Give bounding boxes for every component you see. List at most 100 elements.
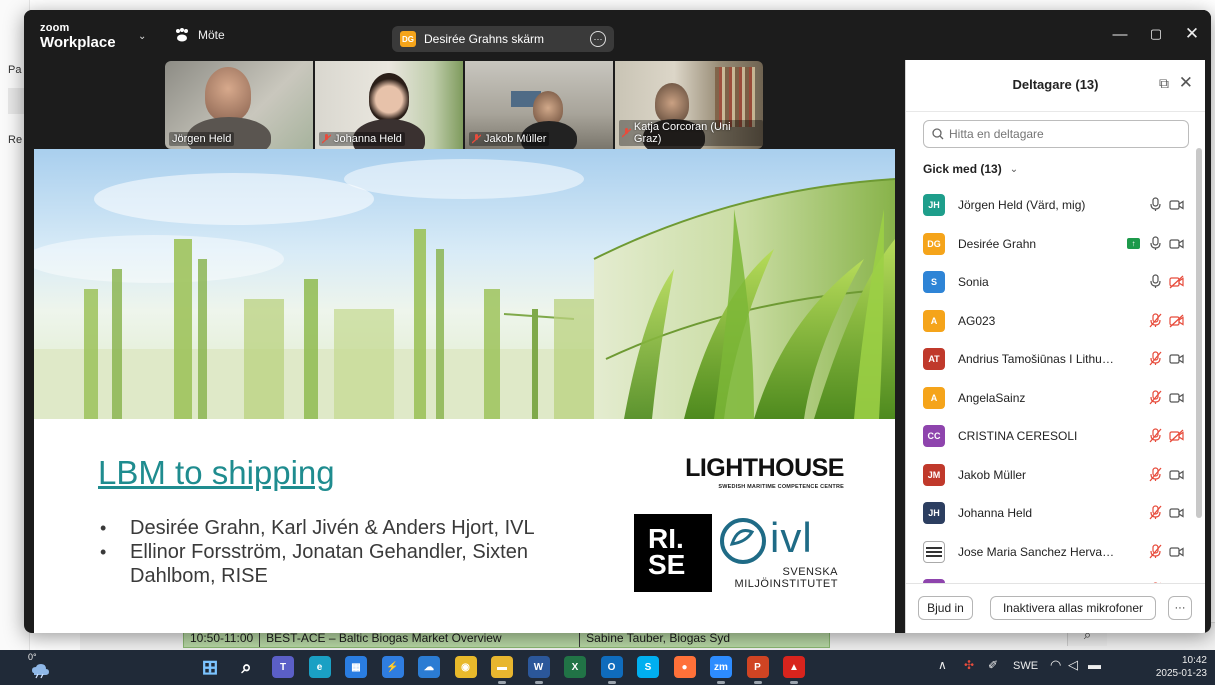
- popout-icon[interactable]: ⧉: [1159, 75, 1169, 92]
- close-icon[interactable]: ✕: [1179, 73, 1193, 93]
- video-tile[interactable]: Jakob Müller: [465, 61, 613, 149]
- participant-row[interactable]: A AngelaSainz: [906, 379, 1194, 418]
- ivl-subtitle: SVENSKA MILJÖINSTITUTET: [734, 566, 838, 590]
- mic-muted-icon: [322, 134, 331, 144]
- battery-icon[interactable]: ▬: [1088, 657, 1101, 672]
- participant-row[interactable]: JM Jakob Müller: [906, 456, 1194, 495]
- app-tray-icon[interactable]: ✣: [964, 658, 974, 672]
- mic-muted-icon: [472, 134, 481, 144]
- desktop: { "background_app": { "label_1": "Pa", "…: [0, 0, 1215, 685]
- participant-row[interactable]: AT Andrius Tamošiūnas I Lithuania...: [906, 340, 1194, 379]
- microphone-icon[interactable]: [1148, 274, 1163, 289]
- pen-tray-icon[interactable]: ✐: [988, 658, 998, 672]
- microphone-muted-icon[interactable]: [1148, 351, 1163, 366]
- language-indicator[interactable]: SWE: [1013, 660, 1038, 672]
- microphone-icon[interactable]: [1148, 197, 1163, 212]
- skype-icon[interactable]: S: [637, 656, 659, 678]
- chevron-down-icon: ⌄: [1009, 163, 1019, 175]
- power-automate-icon[interactable]: ⚡: [381, 656, 404, 678]
- participant-row[interactable]: JH Jörgen Held (Värd, mig): [906, 186, 1194, 225]
- participant-row[interactable]: A AG023: [906, 302, 1194, 341]
- onedrive-icon[interactable]: ☁: [418, 656, 440, 678]
- avatar: JH: [923, 194, 945, 217]
- participant-name: Sonia: [958, 275, 989, 290]
- lighthouse-tagline: SWEDISH MARITIME COMPETENCE CENTRE: [718, 484, 844, 490]
- participant-scrollbar[interactable]: [1196, 148, 1202, 518]
- ivl-swirl-icon: [720, 518, 766, 564]
- tile-name: Jakob Müller: [469, 132, 550, 146]
- tile-name-text: Katja Corcoran (Uni Graz): [633, 121, 731, 145]
- camera-icon[interactable]: [1169, 197, 1184, 212]
- microphone-muted-icon[interactable]: [1148, 505, 1163, 520]
- camera-off-icon[interactable]: [1169, 428, 1184, 443]
- camera-icon[interactable]: [1169, 467, 1184, 482]
- camera-icon[interactable]: [1169, 351, 1184, 366]
- teams-icon[interactable]: T: [272, 656, 294, 678]
- camera-icon[interactable]: [1169, 505, 1184, 520]
- microphone-muted-icon[interactable]: [1148, 543, 1163, 559]
- microphone-muted-icon[interactable]: [1148, 312, 1163, 328]
- start-icon[interactable]: ⊞: [199, 656, 221, 679]
- search-icon[interactable]: ⌕: [236, 656, 258, 678]
- camera-icon[interactable]: [1169, 390, 1184, 405]
- acrobat-icon[interactable]: ▲: [783, 656, 805, 678]
- microphone-muted-icon[interactable]: [1148, 389, 1163, 405]
- search-input[interactable]: [949, 127, 1169, 141]
- zoom-icon[interactable]: zm: [710, 656, 732, 678]
- outlook-icon[interactable]: O: [600, 656, 623, 678]
- participant-row[interactable]: DG Desirée Grahn ↑: [906, 225, 1194, 264]
- participant-name: AG023: [958, 313, 996, 328]
- more-options-icon[interactable]: ···: [590, 31, 606, 47]
- camera-icon[interactable]: [1169, 236, 1184, 251]
- participant-row[interactable]: CC CRISTINA CERESOLI: [906, 417, 1194, 456]
- edge-icon[interactable]: e: [308, 656, 331, 678]
- chevron-up-icon[interactable]: ∧: [938, 658, 947, 672]
- participant-row[interactable]: JH Johanna Held: [906, 494, 1194, 533]
- zoom-logo[interactable]: zoom Workplace: [40, 23, 116, 51]
- ivl-wordmark: ivl: [770, 514, 813, 561]
- joined-section-toggle[interactable]: Gick med (13) ⌄: [923, 162, 1018, 176]
- video-tile[interactable]: Jörgen Held: [165, 61, 313, 149]
- excel-icon[interactable]: X: [564, 656, 586, 678]
- participants-panel: Deltagare (13) ⧉ ✕ Gick med (13) ⌄ JH Jör…: [905, 60, 1205, 633]
- camera-icon[interactable]: [1169, 544, 1184, 559]
- screen-share-indicator[interactable]: DG Desirée Grahns skärm ···: [392, 26, 614, 52]
- wifi-icon[interactable]: ◠: [1050, 657, 1061, 673]
- mute-all-button[interactable]: Inaktivera allas mikrofoner: [990, 596, 1156, 620]
- minimize-icon[interactable]: —: [1105, 26, 1135, 43]
- powerpoint-icon[interactable]: P: [746, 656, 769, 678]
- meeting-label: Möte: [198, 28, 225, 42]
- microphone-muted-icon[interactable]: [1148, 428, 1163, 443]
- close-icon[interactable]: ✕: [1177, 24, 1207, 44]
- participant-status-icons: [1148, 351, 1184, 366]
- avatar: DG: [923, 232, 945, 255]
- word-icon[interactable]: W: [527, 656, 550, 678]
- maximize-icon[interactable]: ▢: [1141, 26, 1171, 42]
- avatar: A: [923, 386, 945, 409]
- weather-icon[interactable]: [30, 663, 50, 679]
- participant-status-icons: [1148, 505, 1184, 520]
- participant-figure: [205, 67, 251, 121]
- tile-name: Johanna Held: [319, 132, 405, 146]
- file-explorer-icon[interactable]: ▬: [491, 656, 513, 678]
- meeting-button[interactable]: Möte: [174, 28, 225, 42]
- video-tile[interactable]: Johanna Held: [315, 61, 463, 149]
- store-icon[interactable]: ▦: [345, 656, 367, 678]
- volume-icon[interactable]: ◁: [1068, 657, 1078, 673]
- camera-off-icon[interactable]: [1169, 313, 1184, 328]
- camera-off-icon[interactable]: [1169, 274, 1184, 289]
- invite-button[interactable]: Bjud in: [918, 596, 973, 620]
- microphone-icon[interactable]: [1148, 235, 1163, 251]
- chrome-icon[interactable]: ◉: [454, 656, 477, 678]
- participant-row[interactable]: S Sonia: [906, 263, 1194, 302]
- participant-row[interactable]: Jose Maria Sanchez Hervas-CIE...: [906, 533, 1194, 572]
- clock[interactable]: 10:42 2025-01-23: [1156, 654, 1207, 680]
- microphone-muted-icon[interactable]: [1148, 466, 1163, 482]
- participant-search[interactable]: [923, 120, 1189, 148]
- more-options-button[interactable]: ···: [1168, 596, 1192, 620]
- participant-status-icons: [1148, 466, 1184, 482]
- chevron-down-icon[interactable]: ⌄: [138, 31, 146, 42]
- video-tile[interactable]: Katja Corcoran (Uni Graz): [615, 61, 763, 149]
- firefox-icon[interactable]: ●: [673, 656, 696, 678]
- tile-name: Katja Corcoran (Uni Graz): [619, 120, 763, 146]
